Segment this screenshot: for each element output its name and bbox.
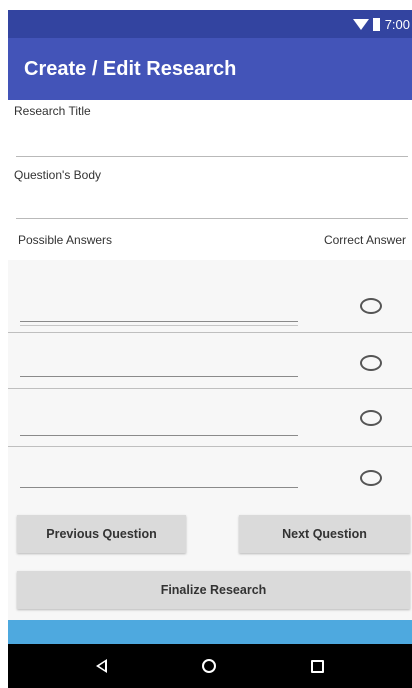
form-content: Research Title Question's Body Possible … [8,100,412,620]
radio-unchecked-icon[interactable] [360,470,382,486]
divider [8,332,412,333]
wifi-icon [352,18,369,30]
status-bar: 7:00 [8,10,412,38]
back-icon[interactable] [95,659,107,673]
answer-input-2[interactable] [20,376,298,377]
accent-strip [8,620,412,644]
correct-answer-label: Correct Answer [323,233,406,247]
answer-input-1[interactable] [20,321,298,322]
status-time: 7:00 [384,16,410,32]
radio-unchecked-icon[interactable] [360,410,382,426]
page-title: Create / Edit Research [24,57,237,80]
divider [8,388,412,389]
finalize-research-button[interactable]: Finalize Research [17,571,410,609]
divider [8,446,412,447]
battery-icon [372,17,380,31]
research-title-label: Research Title [14,104,91,118]
radio-unchecked-icon[interactable] [360,298,382,314]
radio-unchecked-icon[interactable] [360,355,382,371]
answer-input-3[interactable] [20,435,298,436]
possible-answers-label: Possible Answers [18,233,113,247]
recents-icon[interactable] [311,659,325,673]
next-question-button[interactable]: Next Question [239,515,410,553]
navigation-bar [8,644,412,688]
research-title-input[interactable] [16,156,408,157]
app-bar: Create / Edit Research [8,38,412,100]
answer-underline-1 [20,325,298,326]
previous-question-button[interactable]: Previous Question [17,515,186,553]
answer-row-4 [8,450,412,506]
answer-row-1 [8,280,412,336]
home-icon[interactable] [201,659,216,673]
answer-row-3 [8,390,412,446]
answer-input-4[interactable] [20,487,298,488]
question-body-label: Question's Body [14,168,102,182]
question-body-input[interactable] [16,218,408,219]
